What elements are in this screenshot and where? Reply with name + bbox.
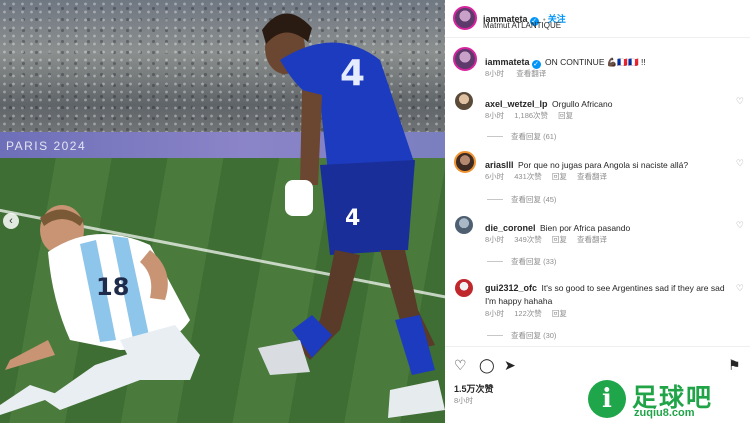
post-side-panel: iammateta ✓ • 关注 Matmut ATLANTIQUE iammat… [445, 0, 750, 423]
svg-text:18: 18 [96, 273, 129, 301]
comment-username[interactable]: axel_wetzel_lp [485, 99, 548, 109]
comment-time: 8小时 [485, 111, 505, 120]
comment-text: Orgullo Africano [552, 99, 613, 109]
view-replies-link[interactable]: 查看回复 (33) [487, 256, 556, 267]
comment-text: Bien por Africa pasando [539, 223, 631, 233]
comment-time: 8小时 [485, 309, 505, 318]
comment-avatar[interactable] [455, 92, 473, 110]
comment-username[interactable]: ariaslll [485, 160, 514, 170]
comment-reply-button[interactable]: 回复 [558, 111, 573, 120]
comment-icon[interactable]: ◯ [479, 357, 495, 374]
comment-avatar[interactable] [455, 279, 473, 297]
heart-icon[interactable]: ♡ [736, 220, 744, 231]
heart-icon[interactable]: ♡ [454, 357, 467, 374]
post-location[interactable]: Matmut ATLANTIQUE [483, 21, 561, 30]
heart-icon[interactable]: ♡ [736, 158, 744, 169]
share-icon[interactable]: ➤ [504, 357, 516, 374]
comment-avatar[interactable] [454, 151, 476, 173]
chevron-left-icon[interactable]: ‹ [3, 213, 19, 229]
comment-translate-link[interactable]: 查看翻译 [577, 172, 607, 181]
heart-icon[interactable]: ♡ [736, 283, 744, 294]
comment-likes[interactable]: 431次赞 [514, 172, 542, 181]
comment-likes[interactable]: 349次赞 [514, 235, 542, 244]
view-replies-link[interactable]: 查看回复 (45) [487, 194, 556, 205]
caption-translate-link[interactable]: 查看翻译 [516, 69, 546, 78]
likes-count[interactable]: 1.5万次赞 [454, 382, 494, 395]
caption-username[interactable]: iammateta [485, 57, 530, 67]
divider [487, 136, 503, 137]
comment-username[interactable]: die_coronel [485, 223, 536, 233]
comment-username[interactable]: gui2312_ofc [485, 283, 537, 293]
comment-translate-link[interactable]: 查看翻译 [577, 235, 607, 244]
divider [487, 335, 503, 336]
caption-time: 8小时 [485, 69, 505, 78]
bookmark-icon[interactable]: ⚑ [728, 357, 741, 374]
watermark-logo-icon: i [588, 380, 626, 418]
comment-reply-button[interactable]: 回复 [552, 235, 567, 244]
comment-likes[interactable]: 1,186次赞 [514, 111, 548, 120]
comment-reply-button[interactable]: 回复 [552, 172, 567, 181]
watermark-url: zuqiu8.com [634, 407, 695, 419]
comment-likes[interactable]: 122次赞 [514, 309, 542, 318]
svg-text:4: 4 [345, 206, 360, 231]
comment-reply-button[interactable]: 回复 [552, 309, 567, 318]
post-time: 8小时 [454, 396, 474, 405]
board-text: PARIS 2024 [6, 139, 87, 153]
svg-text:4: 4 [340, 53, 365, 94]
comment-avatar[interactable] [455, 216, 473, 234]
caption-avatar[interactable] [453, 47, 477, 71]
comment-text: Por que no jugas para Angola si naciste … [517, 160, 689, 170]
author-avatar[interactable] [453, 6, 477, 30]
divider [487, 199, 503, 200]
post-header: iammateta ✓ • 关注 Matmut ATLANTIQUE [445, 0, 750, 38]
heart-icon[interactable]: ♡ [736, 96, 744, 107]
comment-time: 6小时 [485, 172, 505, 181]
site-watermark: i 足球吧 zuqiu8.com [588, 378, 748, 420]
divider [487, 261, 503, 262]
view-replies-link[interactable]: 查看回复 (61) [487, 131, 556, 142]
caption-text: ON CONTINUE 💪🏿🇫🇷🇫🇷 !! [544, 57, 646, 67]
view-replies-link[interactable]: 查看回复 (30) [487, 330, 556, 341]
comment-time: 8小时 [485, 235, 505, 244]
argentina-player-figure: 18 [0, 205, 200, 415]
france-player-figure: 4 4 [258, 13, 445, 418]
post-photo[interactable]: PARIS 2024 18 4 4 ‹ [0, 0, 445, 423]
